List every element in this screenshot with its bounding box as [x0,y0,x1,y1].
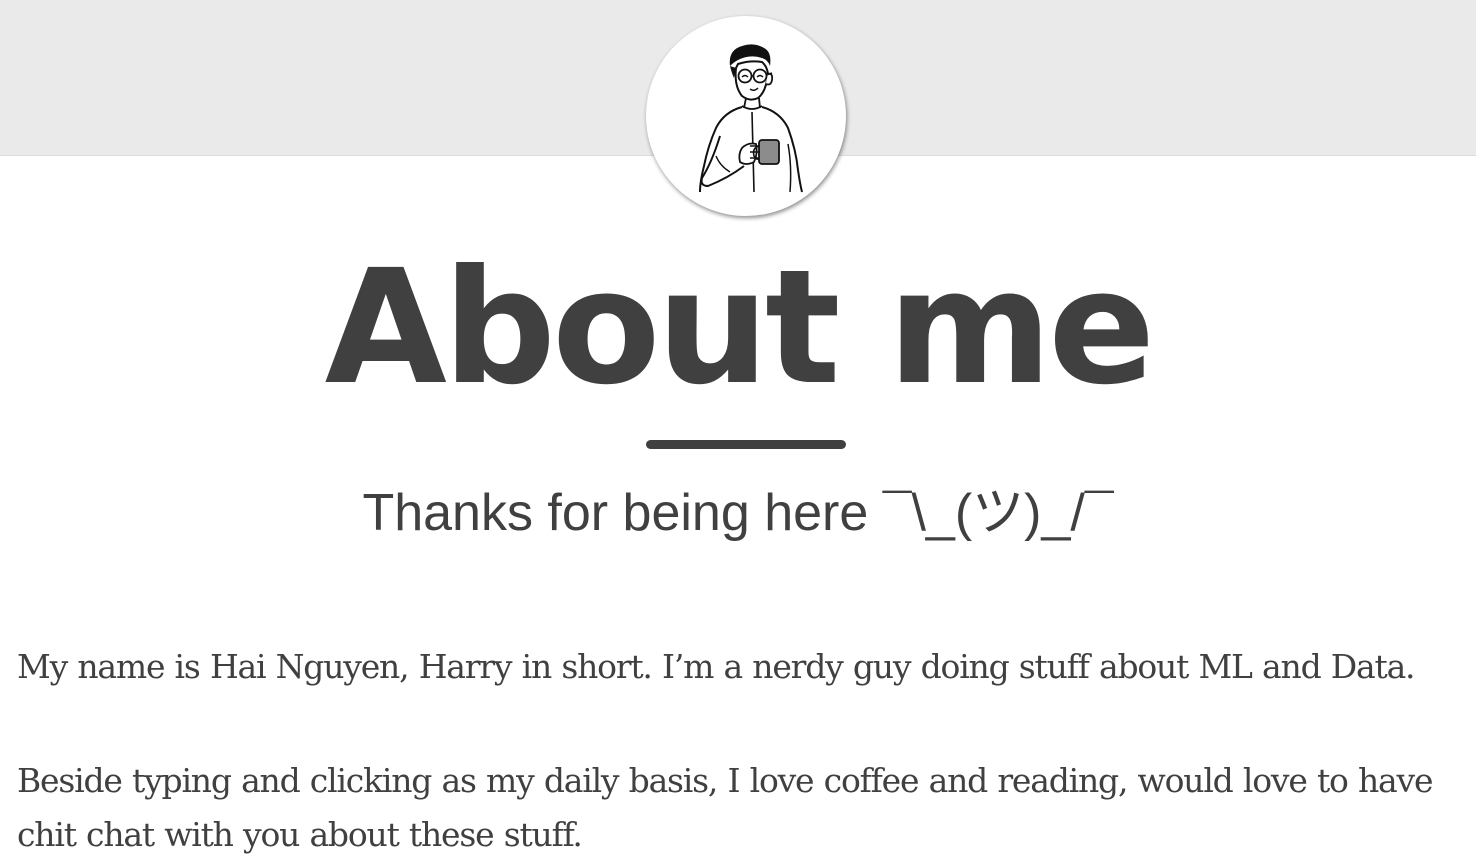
intro-paragraph: My name is Hai Nguyen, Harry in short. I… [17,647,1416,686]
hobbies-paragraph: Beside typing and clicking as my daily b… [17,761,1433,854]
avatar [646,16,846,216]
title-divider [646,440,846,449]
about-content: My name is Hai Nguyen, Harry in short. I… [17,640,1467,862]
page-title: About me [324,236,1156,420]
page-subtitle: Thanks for being here ¯\_(ツ)_/¯ [362,484,1114,542]
person-with-coffee-icon [699,44,803,193]
